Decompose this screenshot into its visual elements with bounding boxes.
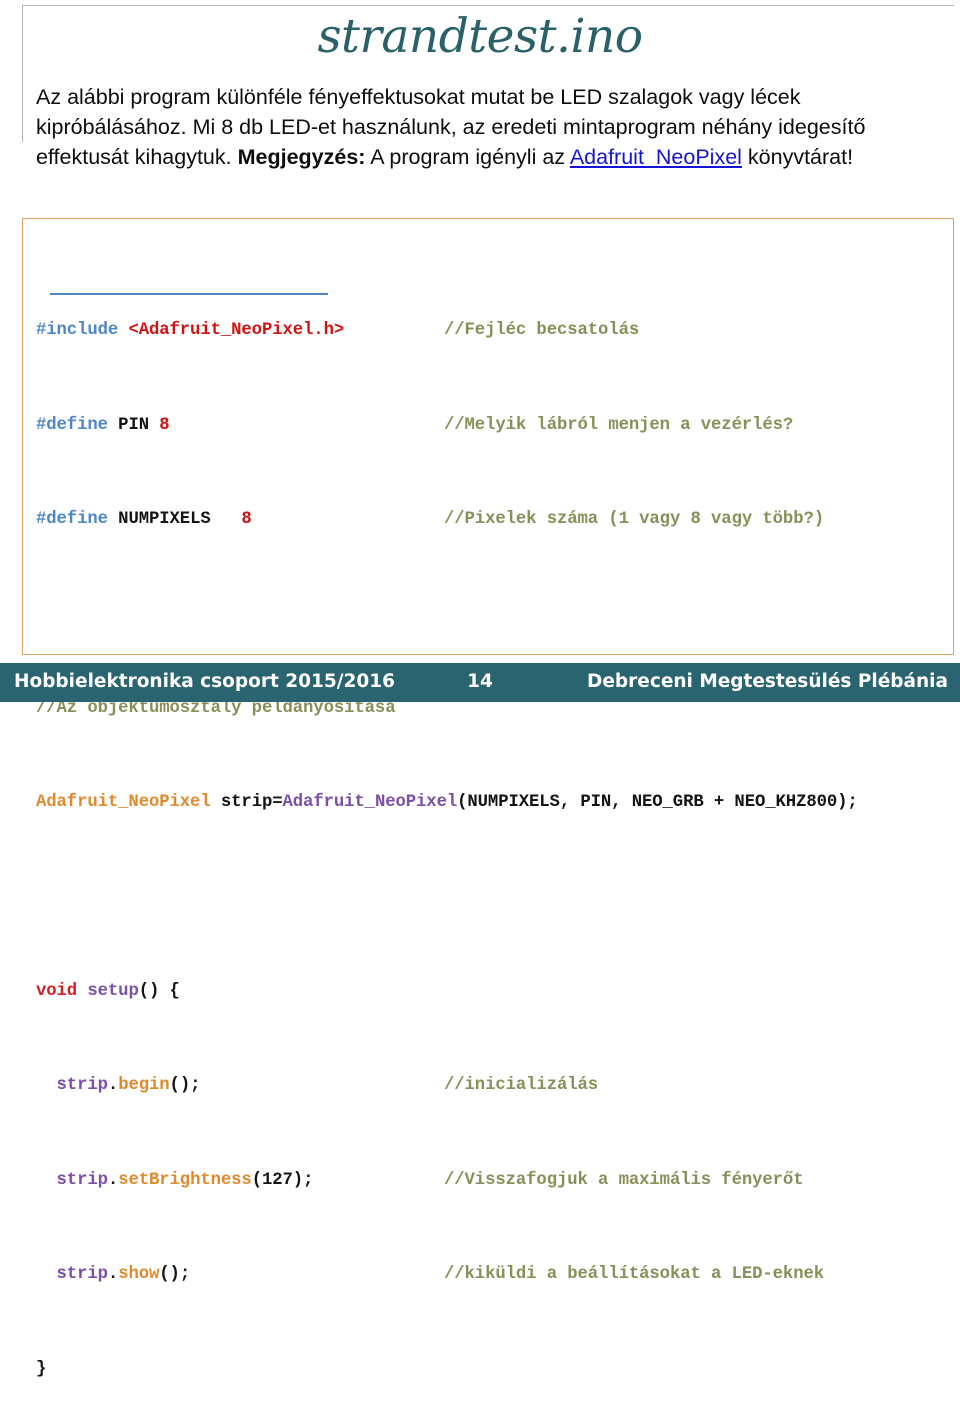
code-token-numpixels: NUMPIXELS [118,510,242,530]
code-token-numpixels-value: 8 [241,510,252,530]
code-token-strip: strip [36,1076,108,1096]
code-listing: #include <Adafruit_NeoPixel.h> //Fejléc b… [36,225,954,1404]
slide-footer: Hobbielektronika csoport 2015/2016 14 De… [0,663,960,702]
footer-organization: Debreceni Megtestesülés Plébánia [587,671,948,692]
slide: strandtest.ino Az alábbi program különfé… [0,0,960,1379]
code-token-type: Adafruit_NeoPixel [36,793,211,813]
code-token-begin: begin [118,1076,170,1096]
code-token-strip: strip [36,1265,108,1285]
code-token-strip-assign: strip= [210,793,283,813]
code-token-header: <Adafruit_NeoPixel.h> [128,321,345,341]
code-token-constructor: Adafruit_NeoPixel [282,793,458,813]
code-line: void setup() { [36,980,954,1004]
code-line: strip.begin(); //inicializálás [36,1074,954,1098]
code-token-dot: . [107,1265,119,1285]
code-line: Adafruit_NeoPixel strip=Adafruit_NeoPixe… [36,791,954,815]
code-comment: //Melyik lábról menjen a vezérlés? [444,415,794,435]
adafruit-neopixel-link[interactable]: Adafruit_NeoPixel [570,145,742,169]
code-token-call: (127); [251,1170,314,1190]
code-token-setbrightness: setBrightness [118,1170,252,1190]
code-token-include: #include [36,321,129,341]
code-token-dot: . [107,1170,119,1190]
intro-paragraph: Az alábbi program különféle fényeffektus… [36,82,936,172]
code-comment: //kiküldi a beállításokat a LED-eknek [444,1265,825,1285]
code-line: #define NUMPIXELS 8 //Pixelek száma (1 va… [36,508,954,532]
slide-top-divider [22,5,954,6]
code-line: strip.show(); //kiküldi a beállításokat a… [36,1263,954,1287]
code-token-define: #define [36,415,119,435]
code-comment: //Pixelek száma (1 vagy 8 vagy több?) [444,510,825,530]
code-token-brace: () { [138,982,180,1001]
code-token-pin-value: 8 [159,415,170,435]
code-token-setup: setup [87,982,139,1001]
intro-text-part-3: könyvtárat! [741,145,854,169]
code-comment: //inicializálás [444,1076,599,1096]
page-title: strandtest.ino [317,9,643,64]
code-token-show: show [118,1265,160,1285]
intro-note-label: Megjegyzés: [237,145,366,169]
code-token-void: void [36,982,88,1001]
code-token-pin: PIN [118,415,160,435]
code-token-constructor-args: (NUMPIXELS, PIN, NEO_GRB + NEO_KHZ800); [457,793,858,813]
code-token-strip: strip [36,1170,108,1190]
code-token-call: (); [169,1076,201,1096]
intro-text-part-2: A program igényli az [365,145,570,169]
code-token-call: (); [159,1265,191,1285]
code-comment: //Visszafogjuk a maximális fényerőt [444,1170,804,1190]
code-line: #define PIN 8 //Melyik lábról menjen a ve… [36,414,954,438]
code-token-dot: . [107,1076,119,1096]
code-token-close-brace: } [36,1359,47,1379]
numpixels-underline [50,293,328,295]
code-line: strip.setBrightness(127); //Visszafogjuk … [36,1169,954,1193]
code-token-define: #define [36,510,119,530]
code-line: } [36,1358,954,1382]
code-line: #include <Adafruit_NeoPixel.h> //Fejléc b… [36,319,954,343]
code-comment: //Fejléc becsatolás [444,321,640,341]
